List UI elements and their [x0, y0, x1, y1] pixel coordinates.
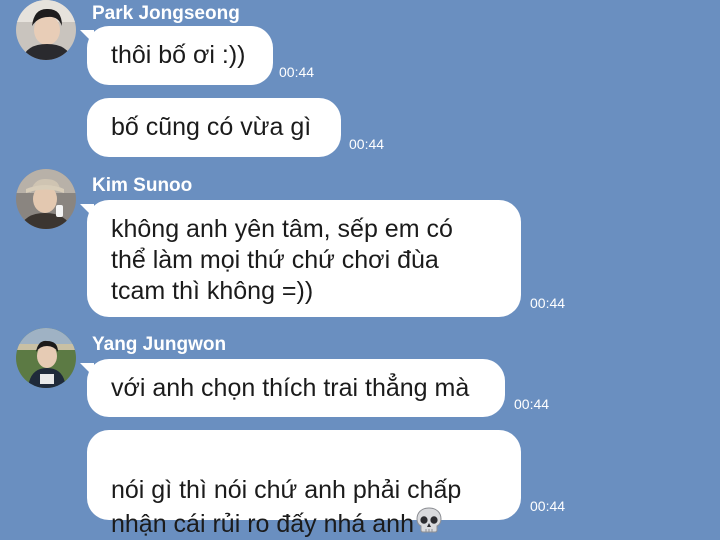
message-bubble[interactable]: bố cũng có vừa gì	[87, 98, 341, 157]
avatar-park-jongseong[interactable]	[16, 0, 76, 60]
message-bubble[interactable]: thôi bố ơi :))	[87, 26, 273, 85]
message-time: 00:44	[530, 498, 566, 514]
sender-name: Kim Sunoo	[92, 175, 193, 196]
message-bubble[interactable]: với anh chọn thích trai thẳng mà	[87, 359, 505, 417]
avatar-yang-jungwon[interactable]	[16, 328, 76, 388]
skull-icon	[416, 507, 442, 533]
message-bubble[interactable]: không anh yên tâm, sếp em có thể làm mọi…	[87, 200, 521, 317]
avatar-kim-sunoo[interactable]	[16, 169, 76, 229]
message-time: 00:44	[349, 136, 385, 152]
message-text: nói gì thì nói chứ anh phải chấp nhận cá…	[111, 476, 462, 538]
message-time: 00:44	[279, 64, 315, 80]
message-time: 00:44	[514, 396, 550, 412]
sender-name: Park Jongseong	[92, 3, 240, 24]
sender-name: Yang Jungwon	[92, 334, 227, 355]
message-bubble[interactable]: nói gì thì nói chứ anh phải chấp nhận cá…	[87, 430, 521, 538]
chat-thread: Park Jongseong thôi bố ơi :)) 00:44 bố c…	[0, 0, 720, 538]
message-time: 00:44	[530, 295, 566, 311]
